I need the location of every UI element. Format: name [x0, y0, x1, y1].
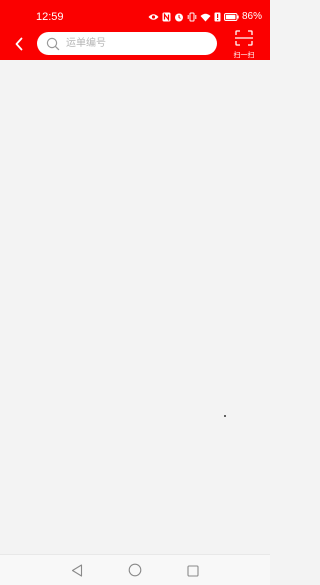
system-nav-bar [0, 554, 270, 585]
content-area [0, 60, 270, 554]
nfc-icon [162, 12, 171, 22]
battery-icon [223, 13, 239, 21]
toolbar: 扫一扫 [0, 30, 270, 60]
battery-percent: 86% [241, 11, 262, 22]
back-triangle-icon [71, 562, 83, 581]
search-box[interactable] [37, 32, 217, 55]
nav-recents-button[interactable] [185, 563, 201, 579]
chevron-left-icon [14, 36, 24, 55]
alert-icon [214, 12, 221, 22]
eye-icon [148, 13, 159, 21]
search-icon [46, 37, 60, 51]
status-bar: 12:59 86% [0, 0, 270, 30]
stray-dot [224, 415, 226, 417]
alarm-icon [174, 12, 184, 22]
recents-square-icon [187, 562, 199, 581]
status-time: 12:59 [36, 11, 64, 23]
scan-button[interactable]: 扫一扫 [229, 30, 259, 59]
back-button[interactable] [8, 34, 30, 56]
nav-home-button[interactable] [127, 563, 143, 579]
vibrate-icon [187, 12, 197, 22]
scan-icon [235, 30, 253, 50]
wifi-icon [200, 13, 211, 22]
search-input[interactable] [66, 33, 206, 54]
nav-back-button[interactable] [69, 563, 85, 579]
home-circle-icon [128, 562, 142, 581]
scan-label: 扫一扫 [233, 51, 255, 59]
status-icons: 86% [148, 10, 262, 24]
app-header: 12:59 86% 运单编号 扫一扫 [0, 0, 270, 60]
